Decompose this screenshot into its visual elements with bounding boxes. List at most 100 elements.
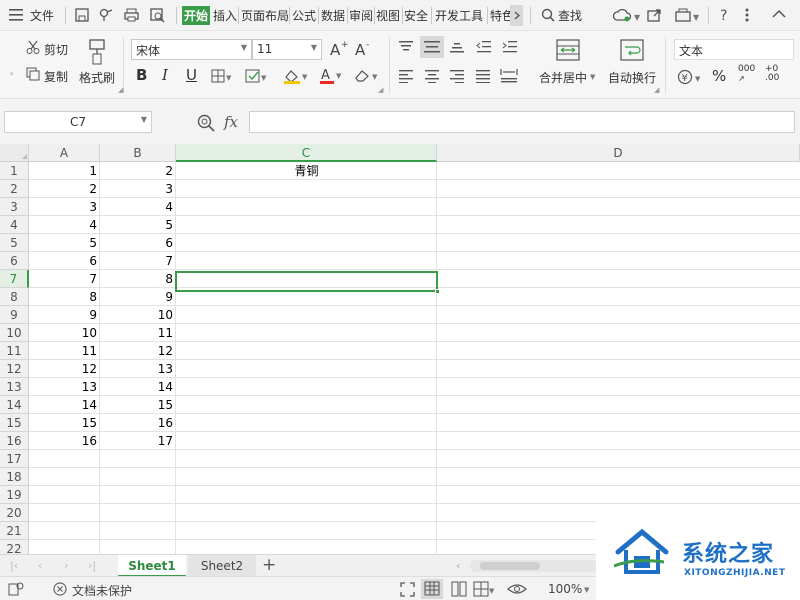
cell-a[interactable]: 13 <box>29 378 99 396</box>
cell-b[interactable] <box>100 522 175 540</box>
row-header[interactable]: 12 <box>0 360 29 378</box>
distributed-align-icon[interactable] <box>500 68 518 83</box>
spreadsheet-grid[interactable]: A B C D 1 1 2 2 2 3 3 3 4 4 4 5 5 5 6 6 6 7 7 7 8 8 8 9 9 9 10 10 10… <box>0 144 800 554</box>
row-header[interactable]: 15 <box>0 414 29 432</box>
row-header[interactable]: 3 <box>0 198 29 216</box>
horizontal-scrollbar[interactable] <box>470 560 600 572</box>
tab-insert[interactable]: 插入 <box>213 7 237 24</box>
format-painter-icon[interactable] <box>86 38 108 66</box>
wrap-text-icon[interactable] <box>620 39 644 61</box>
help-icon[interactable]: ? <box>719 7 731 23</box>
collapse-ribbon-icon[interactable] <box>772 9 786 19</box>
row-header[interactable]: 17 <box>0 450 29 468</box>
cell-a[interactable]: 6 <box>29 252 99 270</box>
row-header[interactable]: 10 <box>0 324 29 342</box>
align-bottom-icon[interactable] <box>449 40 465 54</box>
cell-a[interactable] <box>29 486 99 504</box>
search-button[interactable]: 查找 <box>558 7 582 24</box>
row-header[interactable]: 21 <box>0 522 29 540</box>
borders-icon[interactable]: ▼ <box>211 69 235 83</box>
align-right-icon[interactable] <box>449 69 465 83</box>
thousands-separator-button[interactable]: 000 ↗ <box>738 65 755 84</box>
cell-style-icon[interactable]: ▼ <box>245 69 271 83</box>
cell-b[interactable]: 13 <box>100 360 175 378</box>
cell-a[interactable]: 7 <box>29 270 99 288</box>
file-menu[interactable]: 文件 <box>30 7 54 24</box>
scrollbar-thumb[interactable] <box>480 562 540 570</box>
eye-protection-icon[interactable] <box>507 581 527 597</box>
cell-a[interactable]: 2 <box>29 180 99 198</box>
clear-format-icon[interactable]: ▼ <box>354 68 382 82</box>
cell-a[interactable] <box>29 522 99 540</box>
cell-a[interactable]: 14 <box>29 396 99 414</box>
font-color-icon[interactable]: A ▼ <box>319 67 345 84</box>
select-all-corner[interactable] <box>0 144 29 162</box>
insert-function-button[interactable]: fx <box>224 113 238 131</box>
cell-b[interactable]: 11 <box>100 324 175 342</box>
cell-a[interactable]: 11 <box>29 342 99 360</box>
page-layout-view-icon[interactable]: ▼ <box>473 581 495 597</box>
row-header[interactable]: 16 <box>0 432 29 450</box>
row-header[interactable]: 4 <box>0 216 29 234</box>
formula-input[interactable] <box>249 111 795 133</box>
row-header[interactable]: 9 <box>0 306 29 324</box>
cell-b[interactable]: 8 <box>100 270 175 288</box>
italic-button[interactable]: I <box>162 66 168 84</box>
cell-a[interactable]: 1 <box>29 162 99 180</box>
column-header-d[interactable]: D <box>437 144 800 162</box>
row-header[interactable]: 7 <box>0 270 29 288</box>
bold-button[interactable]: B <box>136 66 147 84</box>
copy-icon[interactable] <box>26 67 40 81</box>
row-header[interactable]: 1 <box>0 162 29 180</box>
cell-b[interactable]: 9 <box>100 288 175 306</box>
cell-b[interactable] <box>100 504 175 522</box>
save-icon[interactable] <box>75 8 89 22</box>
column-header-b[interactable]: B <box>100 144 176 162</box>
tab-security[interactable]: 安全 <box>404 7 428 24</box>
row-header[interactable]: 6 <box>0 252 29 270</box>
row-header[interactable]: 11 <box>0 342 29 360</box>
cell-b[interactable]: 5 <box>100 216 175 234</box>
row-header[interactable]: 8 <box>0 288 29 306</box>
more-options-icon[interactable] <box>745 8 749 22</box>
merge-center-icon[interactable] <box>556 39 580 61</box>
next-sheet-icon[interactable]: › <box>64 559 68 572</box>
cell-b[interactable] <box>100 540 175 554</box>
tab-developer[interactable]: 开发工具 <box>435 7 483 24</box>
chevron-down-icon[interactable]: ▼ <box>590 73 595 81</box>
column-header-a[interactable]: A <box>29 144 100 162</box>
cut-button[interactable]: 剪切 <box>44 41 68 58</box>
row-header[interactable]: 18 <box>0 468 29 486</box>
column-header-c[interactable]: C <box>176 144 437 162</box>
fill-color-icon[interactable]: ▼ <box>283 68 311 84</box>
first-sheet-icon[interactable]: |‹ <box>10 559 18 572</box>
font-name-select[interactable]: 宋体 ▼ <box>131 39 252 60</box>
format-painter-button[interactable]: 格式刷 <box>79 69 115 86</box>
increase-indent-icon[interactable] <box>502 40 518 54</box>
collab-box-icon[interactable] <box>675 8 691 22</box>
align-top-icon[interactable] <box>398 40 414 54</box>
decrease-font-icon[interactable]: A- <box>355 40 373 56</box>
underline-button[interactable]: U <box>186 66 197 84</box>
row-header[interactable]: 5 <box>0 234 29 252</box>
chevron-down-icon[interactable]: ▼ <box>634 13 640 22</box>
cell-b[interactable]: 4 <box>100 198 175 216</box>
cell-a[interactable]: 16 <box>29 432 99 450</box>
cell-b[interactable] <box>100 486 175 504</box>
fill-handle[interactable] <box>435 289 440 294</box>
cell-b[interactable]: 16 <box>100 414 175 432</box>
prev-sheet-icon[interactable]: ‹ <box>38 559 42 572</box>
cell-a[interactable]: 12 <box>29 360 99 378</box>
merge-center-button[interactable]: 合并居中 <box>539 69 587 86</box>
page-break-view-icon[interactable] <box>451 581 467 597</box>
macro-record-icon[interactable] <box>8 582 24 596</box>
name-box[interactable]: C7 ▼ <box>4 111 152 133</box>
cell-a[interactable]: 3 <box>29 198 99 216</box>
print-icon[interactable] <box>124 8 139 22</box>
cell-a[interactable]: 4 <box>29 216 99 234</box>
document-protection-status[interactable]: 文档未保护 <box>72 582 132 599</box>
cut-icon[interactable] <box>26 40 40 54</box>
cell-a[interactable]: 10 <box>29 324 99 342</box>
dialog-launcher-icon[interactable]: ◢ <box>118 86 123 94</box>
copy-button[interactable]: 复制 <box>44 68 68 85</box>
